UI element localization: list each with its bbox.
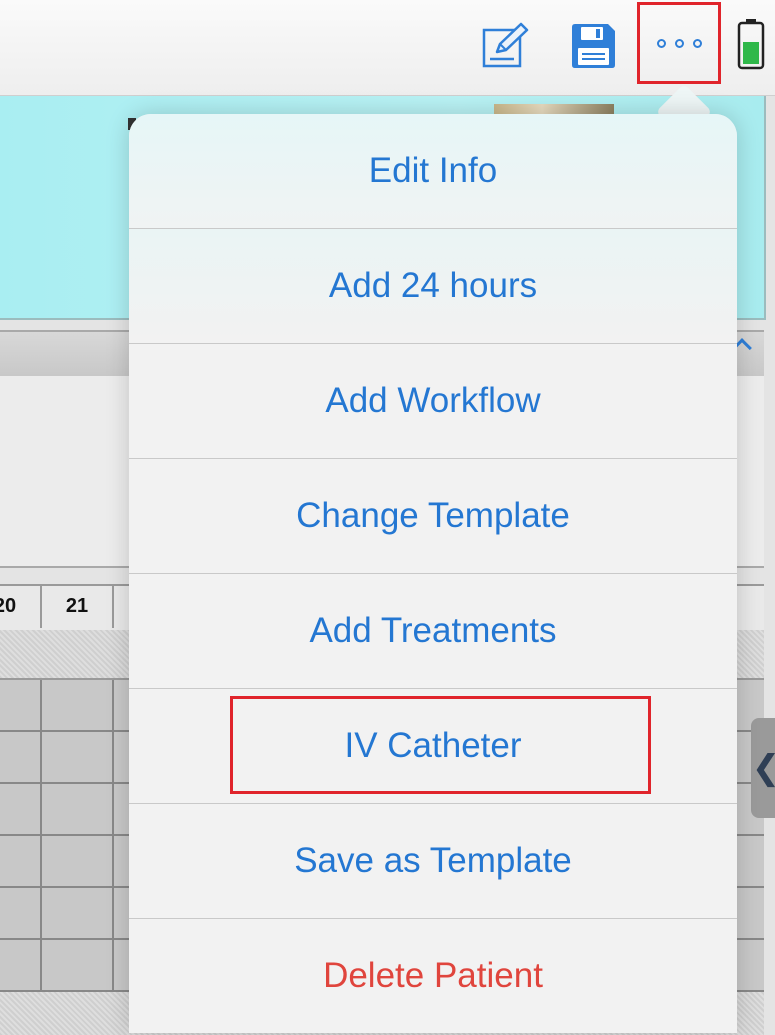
battery-icon <box>737 19 765 70</box>
menu-item-label: IV Catheter <box>344 726 522 765</box>
menu-item-change-template[interactable]: Change Template <box>129 459 737 574</box>
save-button[interactable] <box>565 18 621 74</box>
hour-cell: 20 <box>0 584 42 628</box>
options-popover-menu: Edit Info Add 24 hours Add Workflow Chan… <box>129 114 737 1033</box>
menu-item-add-24-hours[interactable]: Add 24 hours <box>129 229 737 344</box>
menu-item-delete-patient[interactable]: Delete Patient <box>129 919 737 1033</box>
menu-item-edit-info[interactable]: Edit Info <box>129 114 737 229</box>
menu-item-iv-catheter[interactable]: IV Catheter <box>129 689 737 804</box>
more-options-button[interactable] <box>637 2 721 84</box>
chevron-left-icon: ❮ <box>752 748 775 788</box>
edit-note-icon <box>482 22 529 68</box>
menu-item-add-workflow[interactable]: Add Workflow <box>129 344 737 459</box>
side-panel-tab[interactable]: ❮ <box>751 718 775 818</box>
floppy-disk-icon <box>572 24 615 68</box>
more-dots-icon <box>692 38 702 48</box>
top-toolbar <box>0 0 775 96</box>
menu-item-add-treatments[interactable]: Add Treatments <box>129 574 737 689</box>
more-dots-icon <box>674 38 684 48</box>
hour-cell: 21 <box>42 584 114 628</box>
menu-item-save-as-template[interactable]: Save as Template <box>129 804 737 919</box>
more-dots-icon <box>656 38 666 48</box>
edit-note-button[interactable] <box>477 18 533 74</box>
